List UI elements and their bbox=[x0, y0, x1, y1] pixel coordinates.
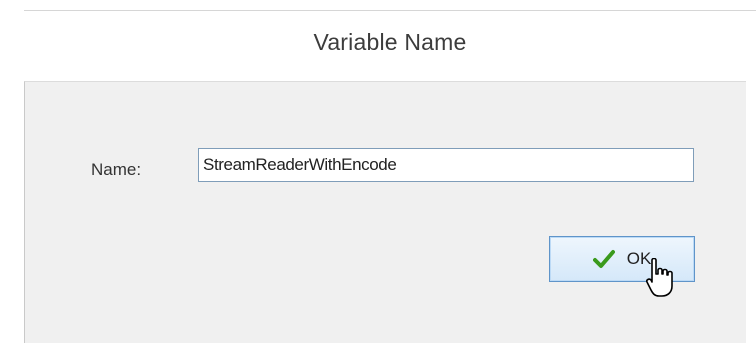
dialog-title: Variable Name bbox=[313, 29, 467, 55]
dialog-title-bar: Variable Name bbox=[24, 11, 756, 81]
mouse-pointer-icon bbox=[646, 258, 673, 297]
dialog-client-area: Name: OK bbox=[24, 81, 747, 343]
window-edge bbox=[746, 81, 756, 343]
variable-name-dialog: Variable Name Name: OK bbox=[0, 0, 756, 343]
check-icon bbox=[592, 250, 615, 268]
name-input[interactable] bbox=[198, 148, 694, 182]
name-label: Name: bbox=[91, 160, 142, 179]
